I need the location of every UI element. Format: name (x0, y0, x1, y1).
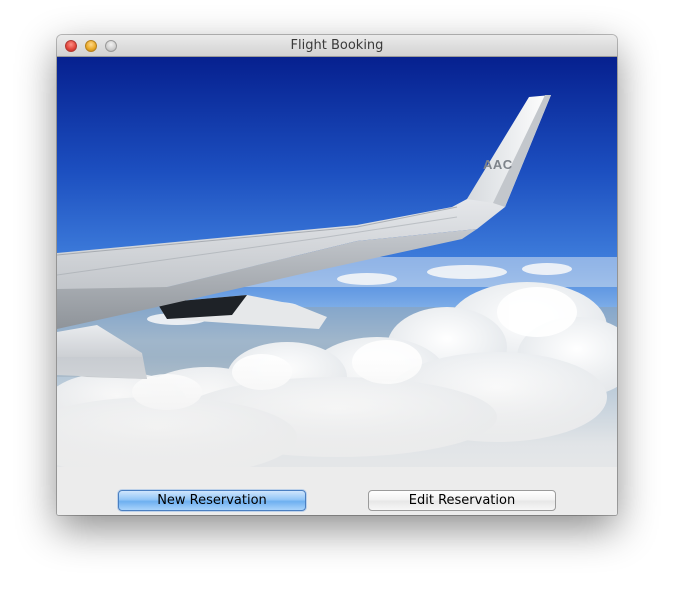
main-content: AAC New Reservation Edit Reservation (57, 57, 617, 515)
app-window: Flight Booking AAC New Reservation Edit … (57, 35, 617, 515)
title-bar[interactable]: Flight Booking (57, 35, 617, 57)
edit-reservation-button[interactable]: Edit Reservation (368, 490, 556, 511)
new-reservation-button[interactable]: New Reservation (118, 490, 306, 511)
window-title: Flight Booking (290, 38, 384, 53)
hero-image (57, 57, 617, 515)
wing-logo: AAC (483, 157, 513, 172)
